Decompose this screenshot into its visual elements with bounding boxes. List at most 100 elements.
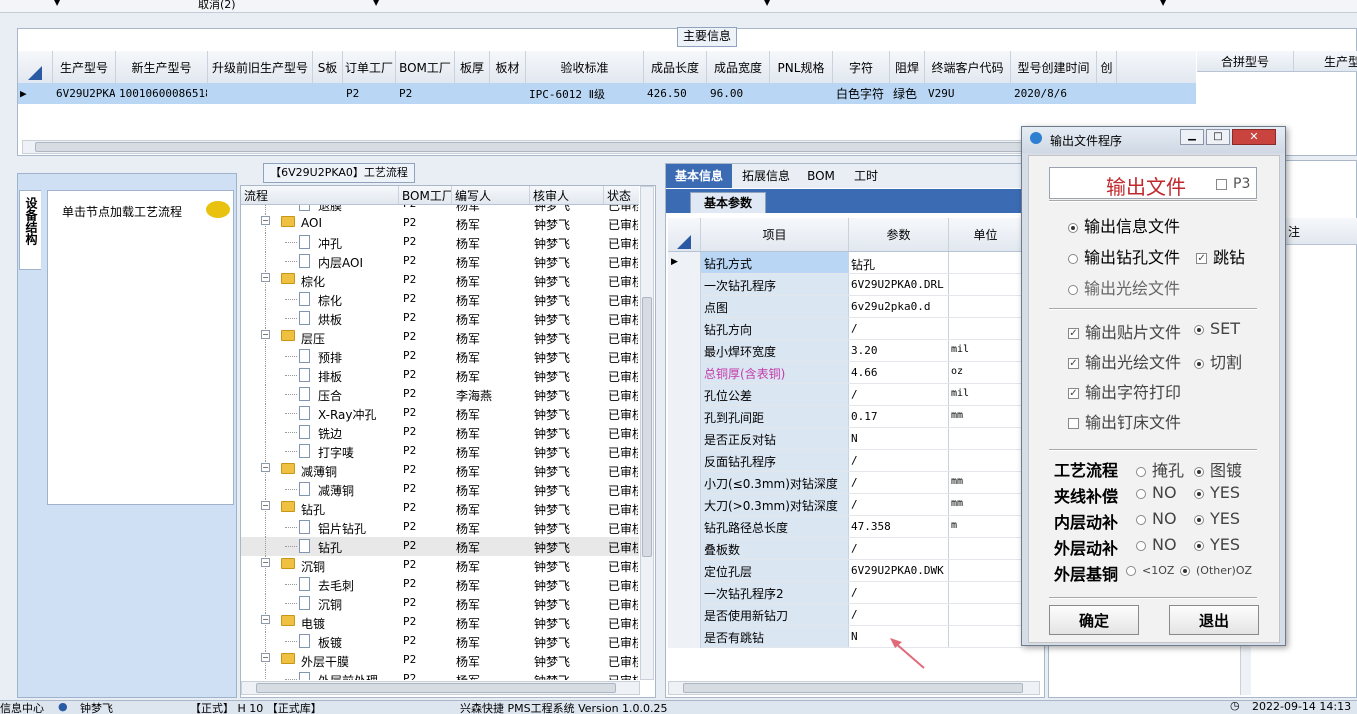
tree-row[interactable]: 外层前处理 P2 杨军 钟梦飞 已审核 [241, 670, 639, 680]
setting-option-2[interactable]: YES [1194, 483, 1240, 502]
tree-node-label[interactable]: 排板 [318, 368, 342, 385]
row-selector[interactable] [668, 274, 701, 296]
tree-row[interactable]: 预排 P2 杨军 钟梦飞 已审核 [241, 347, 639, 366]
column-header[interactable]: BOM工厂 [396, 51, 455, 83]
table-cell[interactable]: 6V29U2PKA0 [56, 83, 115, 104]
tree-row[interactable]: − 减薄铜 P2 杨军 钟梦飞 已审核 [241, 461, 639, 480]
row-selector[interactable] [668, 560, 701, 582]
param-row[interactable]: 钻孔方向 / [668, 318, 1023, 340]
table-cell[interactable]: 2020/8/6 [1014, 83, 1096, 104]
row-selector[interactable] [668, 384, 701, 406]
tree-row[interactable]: − 钻孔 P2 杨军 钟梦飞 已审核 [241, 499, 639, 518]
column-header[interactable]: 参数 [849, 218, 949, 251]
dropdown-arrow-icon[interactable]: ▼ [373, 0, 379, 7]
tree-row[interactable]: 内层AOI P2 杨军 钟梦飞 已审核 [241, 252, 639, 271]
tree-row[interactable]: 铝片钻孔 P2 杨军 钟梦飞 已审核 [241, 518, 639, 537]
param-value[interactable]: 钻孔 [849, 252, 949, 273]
param-value[interactable]: / [849, 318, 949, 339]
tree-row[interactable]: 去毛刺 P2 杨军 钟梦飞 已审核 [241, 575, 639, 594]
tree-node-label[interactable]: 钻孔 [301, 501, 325, 518]
tree-row[interactable]: 棕化 P2 杨军 钟梦飞 已审核 [241, 290, 639, 309]
param-row[interactable]: 大刀(>0.3mm)对钻深度 / mm [668, 494, 1023, 516]
p3-checkbox[interactable]: P3 [1216, 176, 1250, 192]
tree-node-label[interactable]: 烘板 [318, 311, 342, 328]
tree-node-label[interactable]: 退膜 [318, 205, 342, 214]
tree-node-label[interactable]: 沉铜 [318, 596, 342, 613]
info-tab[interactable]: 基本信息 [666, 164, 732, 188]
column-header[interactable]: 型号创建时间 [1011, 51, 1097, 83]
collapse-toggle-icon[interactable]: − [261, 615, 270, 624]
tree-node-label[interactable]: AOI [301, 216, 322, 230]
param-value[interactable]: / [849, 538, 949, 559]
column-header[interactable]: 编写人 [452, 186, 530, 204]
merge-column-header[interactable]: 合拼型号 [1197, 51, 1294, 71]
output-check-option[interactable]: ✓ 输出光绘文件 [1068, 349, 1181, 373]
hint-box[interactable]: 单击节点加载工艺流程 [47, 190, 234, 505]
param-row[interactable]: 叠板数 / [668, 538, 1023, 560]
row-selector[interactable]: ▶ [668, 252, 701, 274]
param-value[interactable]: 47.358 [849, 516, 949, 537]
tree-node-label[interactable]: 钻孔 [318, 539, 342, 556]
dropdown-arrow-icon[interactable]: ▼ [54, 0, 60, 7]
info-tab[interactable]: BOM [806, 164, 836, 188]
setting-option-2[interactable]: 图镀 [1194, 457, 1242, 481]
column-header[interactable]: 订单工厂 [343, 51, 396, 83]
setting-option-2[interactable]: YES [1194, 509, 1240, 528]
table-cell[interactable]: 白色字符 [836, 83, 889, 104]
param-row[interactable]: 一次钻孔程序 6V29U2PKA0.DRL [668, 274, 1023, 296]
tree-node-label[interactable]: 棕化 [301, 273, 325, 290]
tree-row[interactable]: 退膜 P2 杨军 钟梦飞 已审核 [241, 205, 639, 214]
collapse-toggle-icon[interactable]: − [261, 501, 270, 510]
tree-row[interactable]: 铣边 P2 杨军 钟梦飞 已审核 [241, 423, 639, 442]
output-radio-option[interactable]: 输出信息文件 [1068, 213, 1180, 237]
collapse-toggle-icon[interactable]: − [261, 653, 270, 662]
tree-row[interactable]: X-Ray冲孔 P2 杨军 钟梦飞 已审核 [241, 404, 639, 423]
param-row[interactable]: 孔到孔间距 0.17 mm [668, 406, 1023, 428]
tree-node-label[interactable]: 打字唛 [318, 444, 354, 461]
row-selector-arrow[interactable]: ▶ [20, 83, 53, 104]
param-value[interactable]: / [849, 582, 949, 603]
param-value[interactable]: / [849, 450, 949, 471]
tree-row[interactable]: − 外层干膜 P2 杨军 钟梦飞 已审核 [241, 651, 639, 670]
tree-node-label[interactable]: 板镀 [318, 634, 342, 651]
row-selector[interactable] [668, 340, 701, 362]
tree-node-label[interactable]: 预排 [318, 349, 342, 366]
tree-node-label[interactable]: 减薄铜 [318, 482, 354, 499]
tree-node-label[interactable]: 去毛刺 [318, 577, 354, 594]
param-row[interactable]: 是否有跳钻 N [668, 626, 1023, 648]
setting-option-2[interactable]: YES [1194, 535, 1240, 554]
param-row[interactable]: 小刀(≤0.3mm)对钻深度 / mm [668, 472, 1023, 494]
side-radio-option[interactable]: SET [1194, 319, 1240, 338]
row-selector[interactable] [668, 318, 701, 340]
param-value[interactable]: 6V29U2PKA0.DWK [849, 560, 949, 581]
setting-option-1[interactable]: NO [1136, 483, 1177, 502]
column-header[interactable]: S板 [313, 51, 343, 83]
param-row[interactable]: 钻孔路径总长度 47.358 m [668, 516, 1023, 538]
extra-checkbox[interactable]: ✓ 跳钻 [1196, 248, 1245, 267]
param-value[interactable]: 3.20 [849, 340, 949, 361]
column-header[interactable]: 创 [1097, 51, 1117, 83]
row-selector[interactable] [668, 582, 701, 604]
tree-row[interactable]: 钻孔 P2 杨军 钟梦飞 已审核 [241, 537, 639, 556]
params-horizontal-scrollbar[interactable] [668, 681, 1040, 695]
tree-row[interactable]: 减薄铜 P2 杨军 钟梦飞 已审核 [241, 480, 639, 499]
side-radio-option[interactable]: 切割 [1194, 349, 1242, 373]
output-check-option[interactable]: 输出钉床文件 [1068, 409, 1181, 433]
table-cell[interactable]: 426.50 [647, 83, 706, 104]
row-selector[interactable] [668, 604, 701, 626]
column-header[interactable]: 核审人 [530, 186, 604, 204]
param-row[interactable]: 是否正反对钻 N [668, 428, 1023, 450]
param-value[interactable]: 6v29u2pka0.d [849, 296, 949, 317]
column-header[interactable]: 字符 [833, 51, 890, 83]
tree-row[interactable]: 压合 P2 李海燕 钟梦飞 已审核 [241, 385, 639, 404]
column-header[interactable]: 生产型号 [53, 51, 116, 83]
column-header[interactable]: 升级前旧生产型号 [208, 51, 313, 83]
column-header[interactable]: 状态 [604, 186, 644, 204]
tree-node-label[interactable]: 冲孔 [318, 235, 342, 252]
column-header[interactable]: 成品长度 [644, 51, 707, 83]
param-value[interactable]: / [849, 604, 949, 625]
tree-node-label[interactable]: X-Ray冲孔 [318, 406, 376, 423]
table-cell[interactable]: 96.00 [710, 83, 769, 104]
tree-row[interactable]: − AOI P2 杨军 钟梦飞 已审核 [241, 214, 639, 233]
row-selector[interactable] [668, 406, 701, 428]
